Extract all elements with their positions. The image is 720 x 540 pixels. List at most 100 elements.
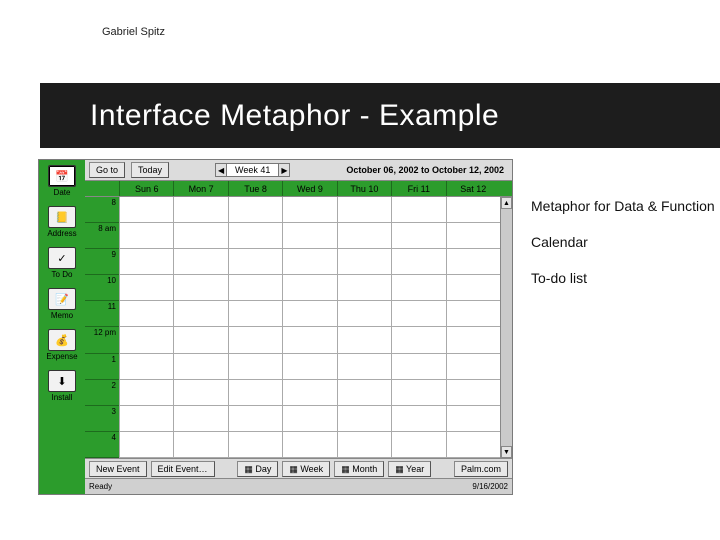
grid-cell[interactable] [337, 406, 391, 431]
scroll-down-button[interactable]: ▼ [501, 446, 512, 458]
vertical-scrollbar[interactable]: ▲ ▼ [500, 197, 512, 458]
day-head-thu[interactable]: Thu 10 [337, 181, 391, 196]
grid-cell[interactable] [173, 354, 227, 379]
grid-cell[interactable] [282, 327, 336, 352]
grid-cell[interactable] [446, 406, 500, 431]
grid-cell[interactable] [391, 275, 445, 300]
rail-address[interactable]: 📒 Address [41, 206, 83, 238]
grid-cell[interactable] [337, 275, 391, 300]
grid-cell[interactable] [282, 380, 336, 405]
grid-cell[interactable] [446, 249, 500, 274]
grid-cell[interactable] [282, 249, 336, 274]
grid-cell[interactable] [337, 380, 391, 405]
grid-cell[interactable] [391, 432, 445, 457]
grid-cell[interactable] [119, 354, 173, 379]
grid-cell[interactable] [446, 301, 500, 326]
grid-cell[interactable] [228, 301, 282, 326]
grid-cell[interactable] [446, 275, 500, 300]
grid-cell[interactable] [337, 432, 391, 457]
grid-cell[interactable] [228, 406, 282, 431]
grid-cell[interactable] [446, 223, 500, 248]
grid-cell[interactable] [173, 432, 227, 457]
grid-cell[interactable] [446, 380, 500, 405]
grid-cell[interactable] [119, 197, 173, 222]
grid-cell[interactable] [446, 354, 500, 379]
grid-cell[interactable] [446, 432, 500, 457]
view-year-button[interactable]: ▦ Year [388, 461, 431, 477]
grid-cell[interactable] [337, 354, 391, 379]
prev-week-button[interactable]: ◀ [215, 163, 227, 177]
rail-todo[interactable]: ✓ To Do [41, 247, 83, 279]
grid-cell[interactable] [391, 327, 445, 352]
grid-cell[interactable] [337, 223, 391, 248]
goto-button[interactable]: Go to [89, 162, 125, 178]
grid-cell[interactable] [228, 380, 282, 405]
grid-cell[interactable] [173, 327, 227, 352]
grid-cell[interactable] [337, 197, 391, 222]
grid-cell[interactable] [282, 275, 336, 300]
grid-cell[interactable] [119, 249, 173, 274]
day-head-tue[interactable]: Tue 8 [228, 181, 282, 196]
view-day-button[interactable]: ▦ Day [237, 461, 278, 477]
view-month-button[interactable]: ▦ Month [334, 461, 384, 477]
scroll-up-button[interactable]: ▲ [501, 197, 512, 209]
grid-cell[interactable] [173, 380, 227, 405]
grid-cell[interactable] [228, 354, 282, 379]
grid-cell[interactable] [446, 327, 500, 352]
rail-expense[interactable]: 💰 Expense [41, 329, 83, 361]
rail-install[interactable]: ⬇ Install [41, 370, 83, 402]
grid-cell[interactable] [173, 406, 227, 431]
grid-cell[interactable] [119, 380, 173, 405]
day-head-sat[interactable]: Sat 12 [446, 181, 500, 196]
grid-cell[interactable] [119, 432, 173, 457]
grid-cell[interactable] [173, 301, 227, 326]
grid-cell[interactable] [337, 249, 391, 274]
grid-cell[interactable] [228, 432, 282, 457]
rail-date[interactable]: 📅 Date [41, 165, 83, 197]
grid-cell[interactable] [282, 354, 336, 379]
week-grid[interactable] [119, 197, 500, 458]
grid-cell[interactable] [282, 197, 336, 222]
grid-cell[interactable] [446, 197, 500, 222]
grid-cell[interactable] [282, 406, 336, 431]
new-event-button[interactable]: New Event [89, 461, 147, 477]
grid-cell[interactable] [391, 249, 445, 274]
grid-cell[interactable] [228, 249, 282, 274]
grid-cell[interactable] [173, 249, 227, 274]
grid-cell[interactable] [173, 223, 227, 248]
brand-link[interactable]: Palm.com [454, 461, 508, 477]
grid-cell[interactable] [282, 301, 336, 326]
view-week-button[interactable]: ▦ Week [282, 461, 330, 477]
grid-cell[interactable] [119, 275, 173, 300]
grid-cell[interactable] [337, 327, 391, 352]
grid-cell[interactable] [391, 223, 445, 248]
day-head-fri[interactable]: Fri 11 [391, 181, 445, 196]
rail-memo[interactable]: 📝 Memo [41, 288, 83, 320]
grid-cell[interactable] [173, 197, 227, 222]
grid-cell[interactable] [391, 197, 445, 222]
day-head-wed[interactable]: Wed 9 [282, 181, 336, 196]
grid-cell[interactable] [228, 197, 282, 222]
content-stage: 📅 Date 📒 Address ✓ To Do 📝 Memo 💰 Expens… [38, 159, 720, 510]
grid-cell[interactable] [119, 223, 173, 248]
day-head-sun[interactable]: Sun 6 [119, 181, 173, 196]
grid-cell[interactable] [337, 301, 391, 326]
grid-cell[interactable] [228, 327, 282, 352]
next-week-button[interactable]: ▶ [278, 163, 290, 177]
grid-cell[interactable] [228, 223, 282, 248]
grid-cell[interactable] [282, 223, 336, 248]
grid-cell[interactable] [119, 327, 173, 352]
grid-cell[interactable] [391, 406, 445, 431]
grid-cell[interactable] [119, 406, 173, 431]
grid-cell[interactable] [391, 301, 445, 326]
grid-cell[interactable] [391, 354, 445, 379]
today-button[interactable]: Today [131, 162, 169, 178]
grid-cell[interactable] [391, 380, 445, 405]
grid-cell[interactable] [228, 275, 282, 300]
day-head-mon[interactable]: Mon 7 [173, 181, 227, 196]
scroll-track[interactable] [501, 209, 512, 446]
grid-cell[interactable] [119, 301, 173, 326]
grid-cell[interactable] [282, 432, 336, 457]
edit-event-button[interactable]: Edit Event… [151, 461, 215, 477]
grid-cell[interactable] [173, 275, 227, 300]
